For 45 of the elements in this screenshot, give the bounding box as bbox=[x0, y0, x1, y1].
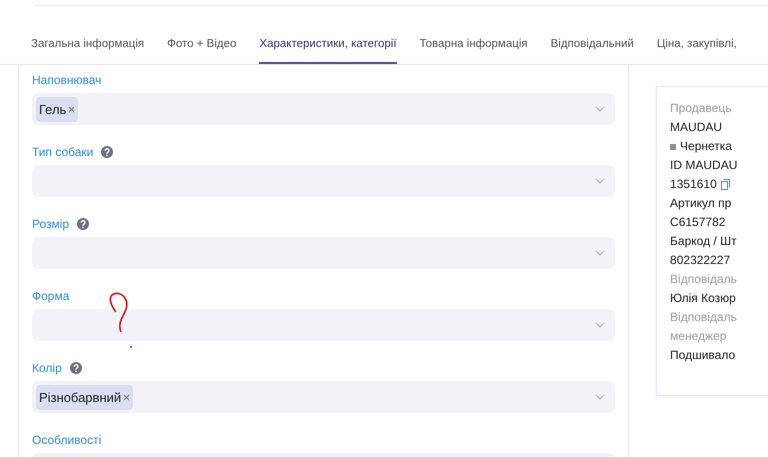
tab[interactable]: Фото + Відео bbox=[167, 32, 236, 64]
remove-icon[interactable] bbox=[68, 106, 76, 112]
tab[interactable]: Ціна, закупівлі, bbox=[656, 32, 737, 64]
card-caption: менеджер bbox=[670, 328, 726, 345]
field-label: Тип собаки bbox=[32, 145, 94, 159]
tab[interactable]: Загальна інформація bbox=[31, 32, 144, 64]
card-value: Юлія Козюр bbox=[670, 290, 736, 307]
tab[interactable]: Товарна інформація bbox=[420, 32, 528, 64]
field-label: Колір bbox=[32, 361, 62, 375]
card-caption: Відповідаль bbox=[670, 271, 737, 288]
card-value: Подшивало bbox=[670, 347, 736, 364]
help-icon[interactable] bbox=[77, 218, 90, 230]
card-value: Баркод / Шт bbox=[670, 233, 737, 250]
field-label: Особливості bbox=[32, 433, 102, 447]
select-field[interactable]: Гель bbox=[32, 93, 616, 125]
select-field[interactable] bbox=[32, 309, 616, 341]
chevron-down-icon bbox=[595, 394, 606, 400]
card-value: 802322227 bbox=[670, 252, 730, 269]
card-value: ID MAUDAU bbox=[670, 157, 738, 174]
selected-tag: Різнобарвний bbox=[36, 384, 134, 410]
status-square-icon bbox=[670, 144, 676, 150]
help-icon[interactable] bbox=[101, 146, 114, 158]
card-value: MAUDAU bbox=[670, 119, 722, 136]
card-value: Артикул пр bbox=[670, 195, 732, 212]
chevron-down-icon bbox=[595, 250, 606, 256]
card-caption: Відповідаль bbox=[670, 309, 737, 326]
select-field[interactable]: Різнобарвний bbox=[32, 381, 616, 413]
field-label: Форма bbox=[32, 289, 70, 303]
chevron-down-icon bbox=[595, 106, 606, 112]
chevron-down-icon bbox=[595, 322, 606, 328]
select-field[interactable] bbox=[32, 165, 616, 197]
card-value: C6157782 bbox=[670, 214, 726, 231]
tab[interactable]: Відповідальний bbox=[550, 32, 634, 64]
selected-tag: Гель bbox=[36, 96, 78, 122]
status-text: Чернетка bbox=[680, 138, 732, 155]
select-field[interactable] bbox=[32, 237, 616, 269]
chevron-down-icon bbox=[595, 178, 606, 184]
field-label: Розмір bbox=[32, 217, 70, 231]
card-value: 1351610 bbox=[670, 176, 717, 193]
remove-icon[interactable] bbox=[123, 394, 130, 400]
copy-icon[interactable] bbox=[720, 179, 730, 190]
tab[interactable]: Характеристики, категорії bbox=[259, 32, 397, 64]
help-icon[interactable] bbox=[70, 362, 82, 374]
field-label: Наповнювач bbox=[32, 73, 102, 87]
card-caption: Продавець bbox=[670, 100, 732, 117]
